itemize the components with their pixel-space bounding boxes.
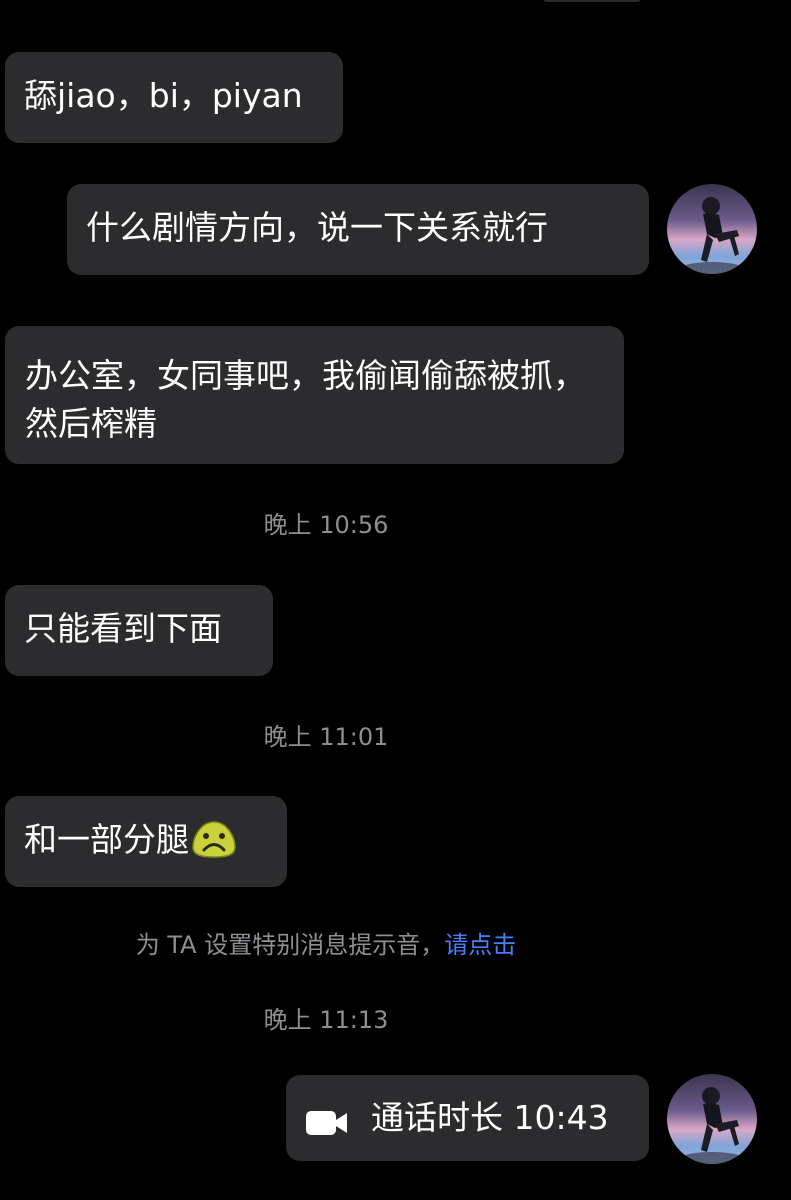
system-notice: 为 TA 设置特别消息提示音，请点击 bbox=[0, 930, 652, 960]
message-text: 什么剧情方向，说一下关系就行 bbox=[86, 208, 548, 247]
incoming-message-bubble[interactable]: 办公室，女同事吧，我偷闻偷舔被抓，然后榨精 bbox=[5, 326, 624, 464]
previous-message-bubble-edge[interactable] bbox=[541, 0, 643, 2]
set-notification-sound-link[interactable]: 请点击 bbox=[444, 931, 516, 959]
message-text: 只能看到下面 bbox=[24, 609, 222, 648]
video-call-record-bubble[interactable]: 通话时长 10:43 bbox=[286, 1075, 649, 1161]
message-text: 办公室，女同事吧，我偷闻偷舔被抓，然后榨精 bbox=[25, 356, 586, 443]
video-camera-icon bbox=[305, 1103, 349, 1135]
message-text: 舔jiao，bi，piyan bbox=[24, 76, 303, 115]
timestamp: 晚上 11:13 bbox=[263, 1006, 389, 1034]
self-avatar[interactable] bbox=[667, 184, 757, 274]
system-notice-text: 为 TA 设置特别消息提示音， bbox=[135, 931, 445, 959]
timestamp: 晚上 10:56 bbox=[263, 511, 389, 539]
avatar-silhouette-icon bbox=[682, 197, 742, 274]
avatar-silhouette-icon bbox=[682, 1087, 742, 1164]
message-text: 和一部分腿 bbox=[24, 820, 189, 859]
chat-thread: 舔jiao，bi，piyan 什么剧情方向，说一下关系就行 办公室，女同事吧，我… bbox=[0, 0, 791, 1200]
timestamp: 晚上 11:01 bbox=[263, 723, 389, 751]
incoming-message-bubble[interactable]: 只能看到下面 bbox=[5, 585, 273, 676]
outgoing-message-bubble[interactable]: 什么剧情方向，说一下关系就行 bbox=[67, 184, 649, 275]
call-duration-label: 通话时长 10:43 bbox=[371, 1098, 609, 1137]
self-avatar[interactable] bbox=[667, 1074, 757, 1164]
frowning-face-emoji bbox=[191, 819, 237, 859]
incoming-message-bubble[interactable]: 和一部分腿 bbox=[5, 796, 287, 887]
incoming-message-bubble[interactable]: 舔jiao，bi，piyan bbox=[5, 52, 343, 143]
